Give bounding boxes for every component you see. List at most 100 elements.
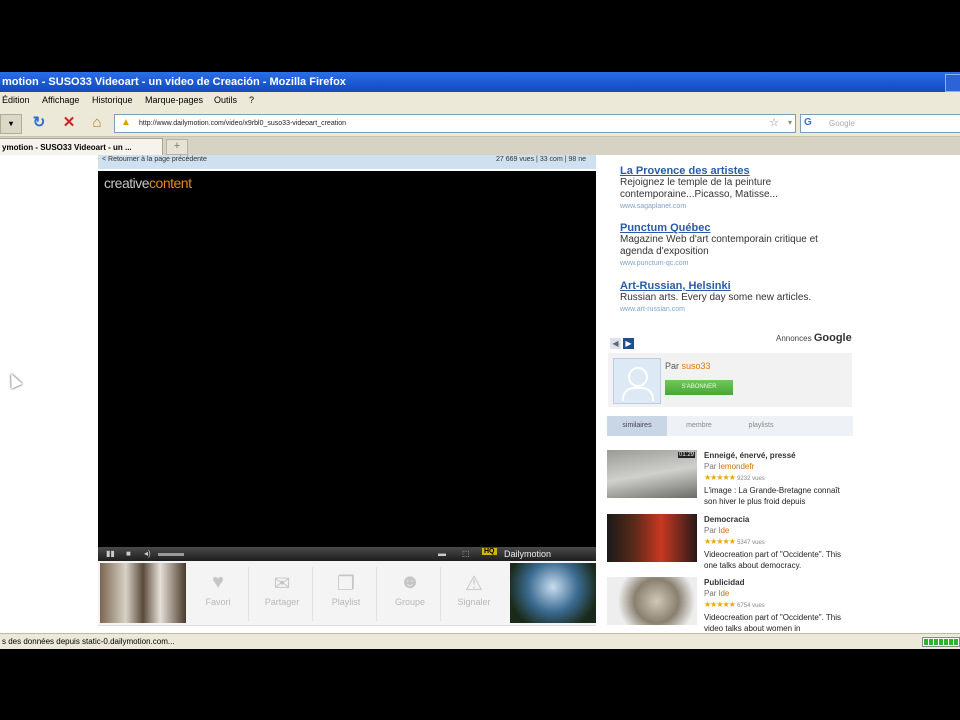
volume-slider[interactable] (158, 553, 184, 556)
stop-icon[interactable]: ✕ (60, 114, 78, 132)
menu-bar: Édition Affichage Historique Marque-page… (0, 92, 960, 110)
favori-button[interactable]: ♥ Favori (188, 567, 249, 621)
video-player[interactable]: creativecontent (98, 171, 596, 547)
subscribe-button[interactable]: S'ABONNER (665, 380, 733, 395)
menu-historique[interactable]: Historique (92, 95, 133, 105)
new-tab-button[interactable]: + (166, 139, 188, 155)
tab-active[interactable]: ymotion - SUSO33 Videoart - un ... (0, 138, 163, 156)
tab-membre[interactable]: membre (669, 416, 729, 436)
related-video[interactable]: 01:29 Enneigé, énervé, pressé Par lemond… (607, 450, 857, 510)
menu-icon[interactable]: ▬ (438, 549, 446, 558)
related-thumbnail[interactable]: 01:29 (607, 450, 697, 498)
related-video[interactable]: Democracia Par lde ★★★★★ 5347 vues Video… (607, 514, 857, 574)
play-icon[interactable]: ▮▮ (106, 549, 115, 558)
ad-url[interactable]: www.sagaplanet.com (620, 201, 850, 213)
history-dropdown-icon[interactable]: ▾ (0, 114, 22, 134)
site-warning-icon: ▲ (121, 117, 131, 128)
back-link[interactable]: < Retourner à la page précédente (102, 156, 207, 163)
prev-video-thumbnail[interactable] (100, 563, 186, 623)
ad-item: La Provence des artistes Rejoignez le te… (620, 165, 850, 213)
playlist-button[interactable]: ❐ Playlist (316, 567, 377, 621)
uploader-box: Par suso33 S'ABONNER (608, 353, 852, 407)
ad-text: Russian arts. Every day some new article… (620, 292, 812, 303)
status-text: s des données depuis static-0.dailymotio… (2, 637, 175, 646)
search-input[interactable]: G Google (800, 114, 960, 133)
view-count: 5347 vues (737, 540, 765, 546)
annonces-google[interactable]: Annonces Google (776, 332, 852, 344)
related-title[interactable]: Enneigé, énervé, pressé (704, 450, 854, 461)
creativecontent-logo: creativecontent (104, 175, 192, 191)
view-count: 9232 vues (737, 476, 765, 482)
related-title[interactable]: Publicidad (704, 577, 854, 588)
groupe-label: Groupe (394, 597, 426, 607)
ad-title[interactable]: La Provence des artistes (620, 165, 850, 177)
ad-text: Rejoignez le temple de la peinture conte… (620, 177, 778, 200)
rating-stars: ★★★★★ (704, 537, 736, 546)
home-icon[interactable]: ⌂ (88, 114, 106, 132)
load-progress (922, 637, 960, 647)
ad-url[interactable]: www.art-russian.com (620, 304, 850, 316)
ad-pager: ◀ ▶ (610, 333, 636, 351)
favori-label: Favori (205, 597, 231, 607)
avatar[interactable] (613, 358, 661, 404)
ad-next-icon[interactable]: ▶ (623, 338, 634, 349)
mouse-cursor-icon (5, 371, 23, 389)
uploader-line: Par suso33 (665, 361, 711, 371)
partager-button[interactable]: ✉ Partager (252, 567, 313, 621)
stop-playback-icon[interactable]: ■ (126, 549, 131, 558)
menu-marque-pages[interactable]: Marque-pages (145, 95, 203, 105)
related-author[interactable]: lde (719, 589, 730, 598)
url-bar[interactable]: ▲ http://www.dailymotion.com/video/x9rbl… (114, 114, 796, 133)
tab-similaires[interactable]: similaires (607, 416, 667, 436)
related-author[interactable]: lde (719, 526, 730, 535)
duration-badge: 01:29 (677, 452, 695, 458)
uploader-name[interactable]: suso33 (682, 361, 711, 371)
menu-affichage[interactable]: Affichage (42, 95, 79, 105)
search-placeholder: Google (829, 119, 855, 128)
heart-icon: ♥ (212, 571, 224, 593)
fullscreen-icon[interactable]: ⬚ (462, 549, 470, 558)
player-controls: ▮▮ ■ ◂) ▬ ⬚ HQ Dailymotion (98, 547, 596, 561)
url-text: http://www.dailymotion.com/video/x9rbl0_… (139, 120, 346, 127)
menu-help[interactable]: ? (249, 95, 254, 105)
video-actions: ♥ Favori ✉ Partager ❐ Playlist ☻ Groupe … (98, 561, 596, 626)
related-video[interactable]: Publicidad Par lde ★★★★★ 6754 vues Video… (607, 577, 857, 633)
related-author[interactable]: lemondefr (719, 462, 755, 471)
ad-url[interactable]: www.punctum-qc.com (620, 258, 850, 270)
menu-outils[interactable]: Outils (214, 95, 237, 105)
related-title[interactable]: Democracia (704, 514, 854, 525)
view-count: 6754 vues (737, 603, 765, 609)
ad-title[interactable]: Art-Russian, Helsinki (620, 280, 850, 292)
partager-label: Partager (264, 597, 300, 607)
related-thumbnail[interactable] (607, 577, 697, 625)
related-thumbnail[interactable] (607, 514, 697, 562)
signaler-button[interactable]: ⚠ Signaler (444, 567, 504, 621)
envelope-icon: ✉ (273, 573, 291, 595)
window-titlebar: motion - SUSO33 Videoart - un video de C… (0, 72, 960, 92)
playlist-icon: ❐ (337, 573, 355, 595)
menu-edition[interactable]: Édition (2, 95, 30, 105)
navigation-toolbar: ▾ ↻ ✕ ⌂ ▲ http://www.dailymotion.com/vid… (0, 110, 960, 137)
related-info: Publicidad Par lde ★★★★★ 6754 vues Video… (704, 577, 854, 633)
hq-badge[interactable]: HQ (482, 548, 497, 555)
google-search-icon[interactable]: G (804, 117, 812, 128)
video-stats: 27 669 vues | 33 com | 98 ne (495, 156, 586, 163)
next-video-thumbnail[interactable] (510, 563, 596, 623)
related-tabs: similaires membre playlists (607, 416, 853, 436)
rating-stars: ★★★★★ (704, 473, 736, 482)
close-window-icon[interactable] (945, 74, 960, 92)
related-description: Videocreation part of "Occidente". This … (704, 613, 842, 633)
bookmark-star-icon[interactable]: ☆ (769, 116, 779, 129)
group-icon: ☻ (399, 571, 421, 593)
tab-playlists[interactable]: playlists (731, 416, 791, 436)
ad-text: Magazine Web d'art contemporain critique… (620, 234, 818, 257)
signaler-label: Signaler (457, 597, 491, 607)
reload-icon[interactable]: ↻ (30, 114, 48, 132)
volume-icon[interactable]: ◂) (144, 549, 151, 558)
status-bar: s des données depuis static-0.dailymotio… (0, 633, 960, 649)
url-dropdown-icon[interactable]: ▾ (788, 118, 792, 127)
ad-title[interactable]: Punctum Québec (620, 222, 850, 234)
related-info: Enneigé, énervé, pressé Par lemondefr ★★… (704, 450, 854, 507)
ad-prev-icon[interactable]: ◀ (610, 338, 621, 349)
groupe-button[interactable]: ☻ Groupe (380, 567, 441, 621)
